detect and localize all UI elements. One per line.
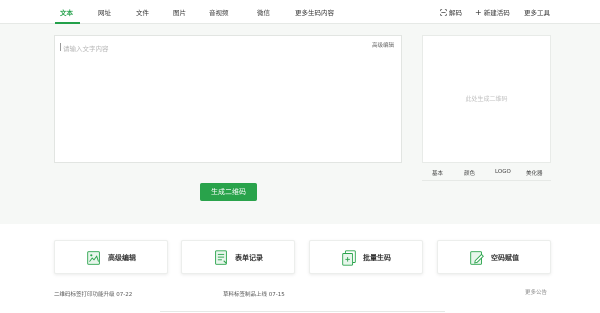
new-live-code-button[interactable]: + 新建活码 xyxy=(475,7,510,17)
qr-tabs-divider xyxy=(422,180,551,181)
qr-tab-logo[interactable]: LOGO xyxy=(495,169,511,175)
feature-card-batch-generate[interactable]: 批量生码 xyxy=(309,240,423,274)
news-item[interactable]: 二维码标签打印功能升级 07-22 xyxy=(54,290,132,298)
qr-tab-color[interactable]: 颜色 xyxy=(464,169,475,177)
qr-tab-beautifier[interactable]: 美化器 xyxy=(526,169,543,177)
divider xyxy=(160,311,445,312)
qr-style-tabs: 基本 颜色 LOGO 美化器 xyxy=(422,166,551,180)
scan-icon xyxy=(440,8,447,16)
feature-card-label: 批量生码 xyxy=(363,254,391,262)
batch-generate-icon xyxy=(342,250,356,266)
tab-image[interactable]: 图片 xyxy=(173,7,186,17)
top-navigation: 文本 网址 文件 图片 音视频 微信 更多生码内容 解码 + 新建活码 更多工具 xyxy=(0,0,600,24)
qr-preview-panel: 此处生成二维码 xyxy=(422,35,551,163)
feature-card-empty-code-assign[interactable]: 空码赋值 xyxy=(437,240,551,274)
feature-card-label: 表单记录 xyxy=(235,254,263,262)
tab-audio-video[interactable]: 音视频 xyxy=(209,7,229,17)
plus-icon: + xyxy=(475,7,482,17)
feature-card-advanced-edit[interactable]: 高级编辑 xyxy=(54,240,168,274)
tab-file[interactable]: 文件 xyxy=(136,7,149,17)
tab-wechat[interactable]: 微信 xyxy=(257,7,270,17)
decode-button[interactable]: 解码 xyxy=(440,7,462,17)
news-item[interactable]: 草料标签制品上线 07-15 xyxy=(223,290,285,298)
feature-card-label: 高级编辑 xyxy=(108,254,136,262)
tab-url[interactable]: 网址 xyxy=(98,7,111,17)
more-tools-label: 更多工具 xyxy=(524,9,550,17)
text-placeholder: 请输入文字内容 xyxy=(63,45,109,53)
text-content-input[interactable]: 请输入文字内容 高级编辑 xyxy=(54,35,402,163)
generate-qr-button[interactable]: 生成二维码 xyxy=(200,183,257,201)
tab-text[interactable]: 文本 xyxy=(60,7,73,17)
new-live-code-label: 新建活码 xyxy=(483,9,510,17)
qr-preview-hint: 此处生成二维码 xyxy=(465,96,508,103)
advanced-edit-link[interactable]: 高级编辑 xyxy=(372,41,394,49)
active-tab-indicator xyxy=(55,22,80,24)
text-caret xyxy=(60,43,61,51)
feature-card-form-record[interactable]: 表单记录 xyxy=(181,240,295,274)
more-tools-button[interactable]: 更多工具 xyxy=(524,7,550,17)
more-announcements-link[interactable]: 更多公告 xyxy=(525,288,547,296)
decode-label: 解码 xyxy=(449,9,462,17)
image-edit-icon xyxy=(87,251,100,265)
form-record-icon xyxy=(215,250,227,265)
empty-code-assign-icon xyxy=(470,251,484,265)
qr-tab-basic[interactable]: 基本 xyxy=(432,169,443,177)
feature-card-label: 空码赋值 xyxy=(491,254,519,262)
tab-more-content[interactable]: 更多生码内容 xyxy=(295,7,334,17)
